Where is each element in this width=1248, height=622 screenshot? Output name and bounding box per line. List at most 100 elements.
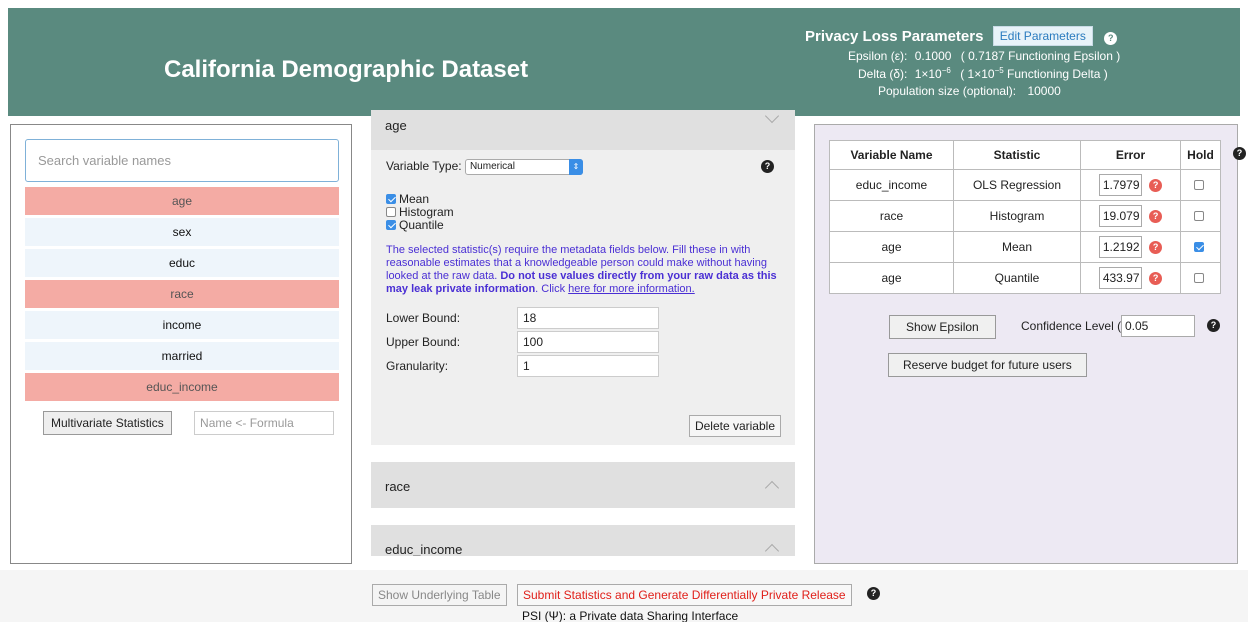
sidebar-item-variable[interactable]: age: [25, 187, 339, 215]
reserve-budget-button[interactable]: Reserve budget for future users: [888, 353, 1087, 377]
privacy-params-title: Privacy Loss Parameters: [805, 28, 984, 45]
variable-type-select[interactable]: Numerical ⇕: [464, 159, 583, 175]
help-icon[interactable]: ?: [1149, 178, 1163, 192]
error-input[interactable]: 433.97: [1098, 267, 1142, 289]
variable-panel: Search variable names age sex educ race inco…: [10, 124, 352, 564]
chevron-up-icon[interactable]: [765, 537, 779, 551]
help-icon[interactable]: ?: [1149, 240, 1163, 254]
delta-row: Delta (δ): 1×10−6 ( 1×10−5 Functioning D…: [858, 66, 1145, 81]
epsilon-row: Epsilon (ε): 0.1000 ( 0.7187 Functioning…: [848, 49, 1145, 63]
statistic-cell: OLS Regression: [953, 169, 1081, 201]
variable-card-title: educ_income: [385, 542, 463, 556]
statistic-cell: Mean: [953, 231, 1081, 263]
variable-card-body: Variable Type: Numerical ⇕ ? Mean Histog…: [371, 150, 795, 445]
statistic-quantile[interactable]: Quantile: [386, 219, 780, 232]
help-icon[interactable]: ?: [1149, 209, 1163, 223]
granularity-input[interactable]: 1: [517, 355, 659, 377]
variable-card-header[interactable]: race: [371, 462, 795, 508]
variable-type-label: Variable Type:: [386, 159, 462, 174]
checkbox-icon[interactable]: [386, 220, 396, 230]
checkbox-icon[interactable]: [386, 207, 396, 217]
statistic-cell: Quantile: [953, 262, 1081, 294]
error-cell: 1.7979 ?: [1080, 169, 1181, 201]
hold-cell: [1180, 169, 1221, 201]
upper-bound-input[interactable]: 100: [517, 331, 659, 353]
statistic-histogram[interactable]: Histogram: [386, 206, 780, 219]
error-cell: 433.97 ?: [1080, 262, 1181, 294]
help-icon[interactable]: ?: [1233, 147, 1246, 160]
hold-checkbox-icon[interactable]: [1194, 273, 1204, 283]
delta-value: 1×10−6: [914, 66, 951, 81]
help-icon[interactable]: ?: [761, 160, 774, 173]
footer-bar: Show Underlying Table Submit Statistics …: [0, 570, 1248, 622]
error-panel: Variable Name Statistic Error Hold educ_…: [814, 124, 1246, 564]
population-row: Population size (optional): 10000: [878, 84, 1145, 98]
multivariate-statistics-button[interactable]: Multivariate Statistics: [43, 411, 172, 435]
variable-cell: race: [829, 200, 954, 232]
hold-checkbox-icon[interactable]: [1194, 211, 1204, 221]
variable-card-header[interactable]: age: [371, 110, 795, 150]
submit-statistics-button[interactable]: Submit Statistics and Generate Different…: [517, 584, 852, 606]
help-icon[interactable]: ?: [1207, 319, 1220, 332]
table-row: age Mean 1.2192 ?: [829, 231, 1221, 263]
variable-card-educ-income[interactable]: educ_income: [371, 525, 795, 556]
population-label: Population size (optional):: [878, 84, 1017, 98]
sidebar-item-variable[interactable]: sex: [25, 218, 339, 246]
variable-list: age sex educ race income married educ_income: [25, 187, 339, 404]
show-epsilon-button[interactable]: Show Epsilon: [889, 315, 996, 339]
statistic-cell: Histogram: [953, 200, 1081, 232]
sidebar-item-variable[interactable]: race: [25, 280, 339, 308]
checkbox-icon[interactable]: [386, 194, 396, 204]
sidebar-item-variable[interactable]: educ_income: [25, 373, 339, 401]
formula-input[interactable]: Name <- Formula: [194, 411, 335, 435]
variable-card-title: age: [385, 118, 407, 133]
error-input[interactable]: 1.7979: [1098, 174, 1142, 196]
hold-cell: [1180, 231, 1221, 263]
delta-functioning: ( 1×10−5 Functioning Delta ): [960, 66, 1108, 81]
variable-card-header[interactable]: educ_income: [371, 525, 795, 556]
epsilon-value: 0.1000: [914, 49, 952, 63]
show-underlying-table-button[interactable]: Show Underlying Table: [372, 584, 507, 606]
variable-cell: age: [829, 262, 954, 294]
select-arrow-icon: ⇕: [568, 159, 583, 175]
hold-checkbox-icon[interactable]: [1194, 242, 1204, 252]
chevron-up-icon[interactable]: [765, 474, 779, 488]
search-input[interactable]: Search variable names: [25, 139, 339, 182]
error-cell: 1.2192 ?: [1080, 231, 1181, 263]
error-input[interactable]: 19.079: [1098, 205, 1142, 227]
variable-cell: educ_income: [829, 169, 954, 201]
help-icon[interactable]: ?: [1104, 32, 1118, 45]
error-input[interactable]: 1.2192: [1098, 236, 1142, 258]
help-icon[interactable]: ?: [867, 587, 880, 600]
lower-bound-row: Lower Bound: 18: [386, 306, 780, 330]
edit-parameters-button[interactable]: Edit Parameters: [992, 26, 1093, 46]
sidebar-item-variable[interactable]: married: [25, 342, 339, 370]
confidence-input[interactable]: 0.05: [1121, 315, 1195, 337]
statistic-checkboxes: Mean Histogram Quantile: [386, 193, 780, 232]
chevron-down-icon[interactable]: [765, 112, 779, 126]
app-root: California Demographic Dataset Privacy L…: [0, 0, 1248, 622]
statistics-table: Variable Name Statistic Error Hold educ_…: [829, 140, 1221, 294]
lower-bound-input[interactable]: 18: [517, 307, 659, 329]
header-bar: California Demographic Dataset Privacy L…: [8, 8, 1240, 116]
sidebar-item-variable[interactable]: educ: [25, 249, 339, 277]
column-header: Hold: [1180, 140, 1221, 170]
metadata-fields: Lower Bound: 18 Upper Bound: 100 Granula…: [386, 306, 780, 378]
more-info-link[interactable]: here for more information.: [568, 283, 695, 295]
epsilon-functioning: ( 0.7187 Functioning Epsilon ): [960, 49, 1121, 63]
multivariate-row: Multivariate Statistics Name <- Formula: [43, 411, 343, 435]
hold-checkbox-icon[interactable]: [1194, 180, 1204, 190]
table-row: race Histogram 19.079 ?: [829, 200, 1221, 232]
variable-type-row: Variable Type: Numerical ⇕: [386, 159, 780, 175]
help-icon[interactable]: ?: [1149, 271, 1163, 285]
error-cell: 19.079 ?: [1080, 200, 1181, 232]
sidebar-item-variable[interactable]: income: [25, 311, 339, 339]
upper-bound-label: Upper Bound:: [386, 335, 461, 349]
delta-label: Delta (δ):: [858, 67, 908, 81]
column-header: Error: [1080, 140, 1181, 170]
hold-cell: [1180, 200, 1221, 232]
table-row: age Quantile 433.97 ?: [829, 262, 1221, 294]
variable-cell: age: [829, 231, 954, 263]
variable-card-race[interactable]: race: [371, 462, 795, 508]
delete-variable-button[interactable]: Delete variable: [688, 415, 781, 437]
